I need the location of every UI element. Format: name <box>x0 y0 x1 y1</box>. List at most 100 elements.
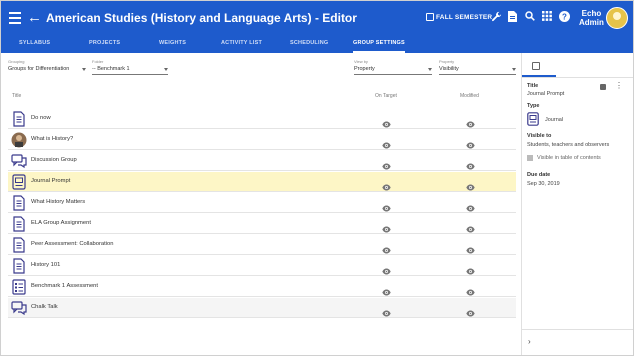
chevron-down-icon <box>82 68 86 71</box>
discussion-icon <box>11 153 27 169</box>
toc-label: Visible in table of contents <box>537 155 601 161</box>
table-header: Title On Target Modified <box>8 89 516 103</box>
property-select[interactable]: Property Visibility <box>439 59 516 75</box>
tab-group-settings[interactable]: GROUP SETTINGS <box>353 37 405 53</box>
visibility-eye-icon[interactable] <box>382 157 391 170</box>
document-icon <box>11 195 27 211</box>
user-name[interactable]: Echo Admin <box>579 9 604 27</box>
row-title: Journal Prompt <box>31 178 71 184</box>
semester-button[interactable]: FALL SEMESTER <box>426 13 492 21</box>
app-bar: ← American Studies (History and Language… <box>1 1 633 37</box>
back-arrow-icon[interactable]: ← <box>27 9 42 27</box>
visibility-eye-icon[interactable] <box>466 136 475 149</box>
menu-icon[interactable] <box>9 12 21 26</box>
calendar-icon[interactable] <box>600 84 606 90</box>
svg-text:?: ? <box>562 12 567 21</box>
tab-projects[interactable]: PROJECTS <box>89 37 120 53</box>
table-row[interactable]: Do now <box>8 109 516 129</box>
table-row[interactable]: History 101 <box>8 256 516 276</box>
details-title-label: Title <box>527 83 539 89</box>
discussion-icon <box>11 300 27 316</box>
more-options-icon[interactable]: ⋮ <box>615 82 623 90</box>
journal-icon <box>11 174 27 190</box>
folder-select[interactable]: Folder -- Benchmark 1 <box>92 59 168 75</box>
details-visible-value: Students, teachers and observers <box>527 142 610 148</box>
settings-icon[interactable] <box>532 62 540 70</box>
page-title: American Studies (History and Language A… <box>46 11 357 25</box>
column-on-target: On Target <box>375 93 397 99</box>
column-title: Title <box>12 93 22 99</box>
chevron-down-icon <box>428 68 432 71</box>
document-icon <box>11 111 27 127</box>
details-due-label: Due date <box>527 172 551 178</box>
row-title: Discussion Group <box>31 157 77 163</box>
view-by-select[interactable]: View by Property <box>354 59 432 75</box>
table-row[interactable]: Journal Prompt <box>8 172 516 192</box>
table-row[interactable]: Benchmark 1 Assessment <box>8 277 516 297</box>
row-title: History 101 <box>31 262 61 268</box>
visibility-eye-icon[interactable] <box>382 199 391 212</box>
table-row[interactable]: Chalk Talk <box>8 298 516 318</box>
details-due-value: Sep 30, 2019 <box>527 181 560 187</box>
file-icon[interactable] <box>508 11 517 26</box>
row-title: What is History? <box>31 136 74 142</box>
visibility-eye-icon[interactable] <box>466 178 475 191</box>
row-title: Peer Assessment: Collaboration <box>31 241 114 247</box>
details-visible-label: Visible to <box>527 133 552 139</box>
chevron-down-icon <box>164 68 168 71</box>
visibility-eye-icon[interactable] <box>382 115 391 128</box>
row-title: Do now <box>31 115 51 121</box>
details-type-label: Type <box>527 103 540 109</box>
table-row[interactable]: ELA Group Assignment <box>8 214 516 234</box>
image-icon <box>11 132 27 148</box>
document-icon <box>11 258 27 274</box>
table-row[interactable]: What History Matters <box>8 193 516 213</box>
tab-weights[interactable]: WEIGHTS <box>159 37 186 53</box>
calendar-icon <box>426 13 434 21</box>
visibility-eye-icon[interactable] <box>466 241 475 254</box>
chevron-right-icon[interactable]: › <box>528 337 531 346</box>
row-title: Benchmark 1 Assessment <box>31 283 99 289</box>
help-icon[interactable]: ? <box>559 11 570 26</box>
visibility-eye-icon[interactable] <box>466 220 475 233</box>
visibility-eye-icon[interactable] <box>466 157 475 170</box>
search-icon[interactable] <box>525 11 535 25</box>
visibility-eye-icon[interactable] <box>466 199 475 212</box>
details-type-value: Journal <box>545 117 564 123</box>
visibility-eye-icon[interactable] <box>382 241 391 254</box>
visibility-eye-icon[interactable] <box>466 115 475 128</box>
visibility-eye-icon[interactable] <box>382 283 391 296</box>
tab-bar: SYLLABUS PROJECTS WEIGHTS ACTIVITY LIST … <box>1 37 633 53</box>
editor-window: ← American Studies (History and Language… <box>0 0 634 356</box>
document-icon <box>11 216 27 232</box>
row-title: ELA Group Assignment <box>31 220 91 226</box>
visibility-eye-icon[interactable] <box>382 262 391 275</box>
tab-scheduling[interactable]: SCHEDULING <box>290 37 328 53</box>
visibility-eye-icon[interactable] <box>382 178 391 191</box>
visibility-eye-icon[interactable] <box>466 304 475 317</box>
table-row[interactable]: Peer Assessment: Collaboration <box>8 235 516 255</box>
document-icon <box>11 237 27 253</box>
chevron-down-icon <box>512 68 516 71</box>
visibility-eye-icon[interactable] <box>382 220 391 233</box>
details-panel: ⋮ Title Journal Prompt Type Journal Visi… <box>522 53 633 355</box>
checklist-icon <box>11 279 27 295</box>
visibility-eye-icon[interactable] <box>466 283 475 296</box>
semester-label: FALL SEMESTER <box>436 14 493 21</box>
tab-syllabus[interactable]: SYLLABUS <box>19 37 50 53</box>
table-row[interactable]: Discussion Group <box>8 151 516 171</box>
visibility-eye-icon[interactable] <box>466 262 475 275</box>
tab-activity-list[interactable]: ACTIVITY LIST <box>221 37 262 53</box>
visibility-eye-icon[interactable] <box>382 304 391 317</box>
wrench-icon[interactable] <box>491 11 502 26</box>
apps-grid-icon[interactable] <box>542 11 552 25</box>
row-title: Chalk Talk <box>31 304 58 310</box>
journal-icon <box>527 112 539 126</box>
grouping-select[interactable]: Grouping Groups for Differentiation <box>8 59 86 74</box>
toc-checkbox[interactable] <box>527 155 533 161</box>
column-modified: Modified <box>460 93 479 99</box>
details-title-value: Journal Prompt <box>527 91 565 97</box>
user-avatar[interactable] <box>606 7 628 29</box>
visibility-eye-icon[interactable] <box>382 136 391 149</box>
table-row[interactable]: What is History? <box>8 130 516 150</box>
